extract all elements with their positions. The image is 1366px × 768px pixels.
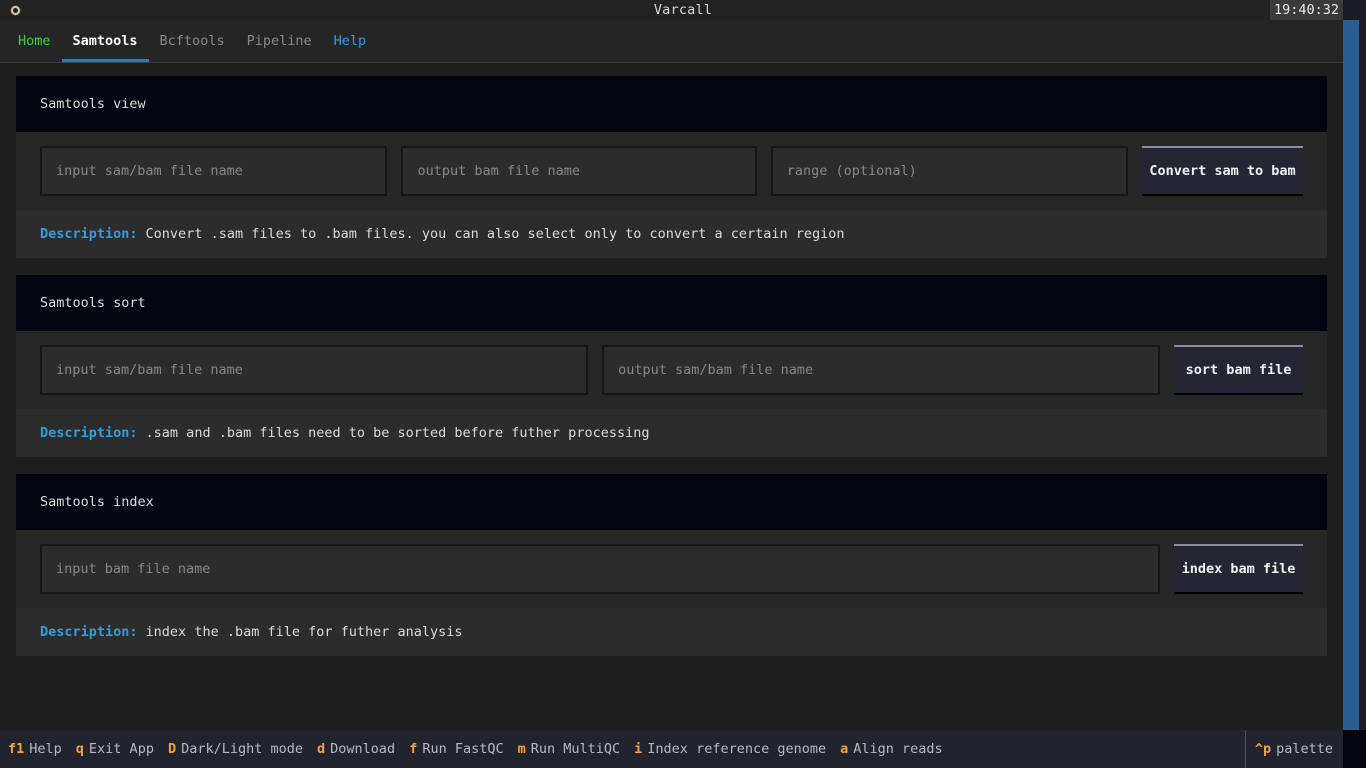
placeholder-text: input sam/bam file name (56, 163, 243, 179)
placeholder-text: output bam file name (417, 163, 581, 179)
clock: 19:40:32 (1269, 0, 1343, 20)
key-label: D (167, 741, 177, 757)
key-text: Exit App (88, 741, 154, 757)
key-text: Index reference genome (647, 741, 827, 757)
key-label: q (75, 741, 84, 757)
key-label: f (409, 741, 418, 757)
panel-body: input bam file name index bam file (16, 530, 1327, 608)
panel-title: Samtools index (16, 474, 1327, 530)
panel-samtools-index: Samtools index input bam file name index… (16, 474, 1327, 656)
tab-pipeline[interactable]: Pipeline (236, 20, 323, 62)
description-text: .sam and .bam files need to be sorted be… (145, 425, 650, 441)
view-range-field[interactable]: range (optional) (770, 146, 1128, 196)
index-input-file-field[interactable]: input bam file name (40, 544, 1160, 594)
key-text: Dark/Light mode (181, 741, 304, 757)
description-text: Convert .sam files to .bam files. you ca… (145, 226, 845, 242)
panel-description: Description: .sam and .bam files need to… (16, 409, 1327, 457)
panel-samtools-view: Samtools view input sam/bam file name ou… (16, 76, 1327, 258)
key-label: f1 (8, 741, 25, 757)
panel-body: input sam/bam file name output sam/bam f… (16, 331, 1327, 409)
keybinding-run-fastqc[interactable]: f Run FastQC (409, 741, 503, 757)
key-label: i (634, 741, 643, 757)
panel-description: Description: Convert .sam files to .bam … (16, 210, 1327, 258)
tab-home[interactable]: Home (7, 20, 62, 62)
vertical-scrollbar[interactable] (1343, 0, 1366, 745)
placeholder-text: output sam/bam file name (618, 362, 814, 378)
keybinding-exit-app[interactable]: q Exit App (76, 741, 154, 757)
scrollbar-thumb[interactable] (1343, 20, 1359, 730)
palette-key-label: ^p (1254, 741, 1272, 757)
key-text: Run MultiQC (530, 741, 621, 757)
panel-samtools-sort: Samtools sort input sam/bam file name ou… (16, 275, 1327, 457)
panel-description: Description: index the .bam file for fut… (16, 608, 1327, 656)
index-bam-file-button[interactable]: index bam file (1174, 544, 1303, 594)
keybinding-download[interactable]: d Download (317, 741, 395, 757)
description-label: Description: (40, 226, 138, 242)
panel-title: Samtools sort (16, 275, 1327, 331)
keybinding-list: f1 Help q Exit App D Dark/Light mode d D… (0, 741, 1245, 757)
window-title: Varcall (653, 2, 713, 18)
sort-bam-file-button[interactable]: sort bam file (1174, 345, 1303, 395)
key-label: a (840, 741, 849, 757)
key-label: m (517, 741, 526, 757)
tab-help[interactable]: Help (323, 20, 378, 62)
description-label: Description: (40, 425, 138, 441)
panel-title: Samtools view (16, 76, 1327, 132)
footer-corner (1343, 730, 1366, 768)
status-bar: f1 Help q Exit App D Dark/Light mode d D… (0, 730, 1366, 768)
view-output-file-field[interactable]: output bam file name (401, 146, 757, 196)
title-bar: Varcall 19:40:32 (0, 0, 1366, 20)
key-text: Help (29, 741, 62, 757)
key-text: Align reads (853, 741, 943, 757)
key-text: Run FastQC (422, 741, 504, 757)
description-text: index the .bam file for futher analysis (145, 624, 463, 640)
keybinding-help[interactable]: f1 Help (8, 741, 62, 757)
tab-bar: Home Samtools Bcftools Pipeline Help (0, 20, 1343, 63)
view-input-file-field[interactable]: input sam/bam file name (40, 146, 388, 196)
keybinding-index-reference-genome[interactable]: i Index reference genome (634, 741, 826, 757)
keybinding-align-reads[interactable]: a Align reads (840, 741, 943, 757)
main-content: Samtools view input sam/bam file name ou… (0, 63, 1343, 730)
description-label: Description: (40, 624, 138, 640)
tab-samtools[interactable]: Samtools (61, 20, 149, 62)
palette-text: palette (1276, 741, 1333, 757)
key-text: Download (330, 741, 396, 757)
convert-sam-to-bam-button[interactable]: Convert sam to bam (1142, 146, 1303, 196)
tab-bcftools[interactable]: Bcftools (149, 20, 236, 62)
placeholder-text: range (optional) (786, 163, 917, 179)
keybinding-dark-light-mode[interactable]: D Dark/Light mode (168, 741, 303, 757)
sort-output-file-field[interactable]: output sam/bam file name (602, 345, 1160, 395)
placeholder-text: input bam file name (56, 561, 211, 577)
command-palette-button[interactable]: ^p palette (1244, 730, 1343, 768)
sort-input-file-field[interactable]: input sam/bam file name (40, 345, 589, 395)
panel-body: input sam/bam file name output bam file … (16, 132, 1327, 210)
key-label: d (317, 741, 326, 757)
placeholder-text: input sam/bam file name (56, 362, 243, 378)
keybinding-run-multiqc[interactable]: m Run MultiQC (518, 741, 621, 757)
